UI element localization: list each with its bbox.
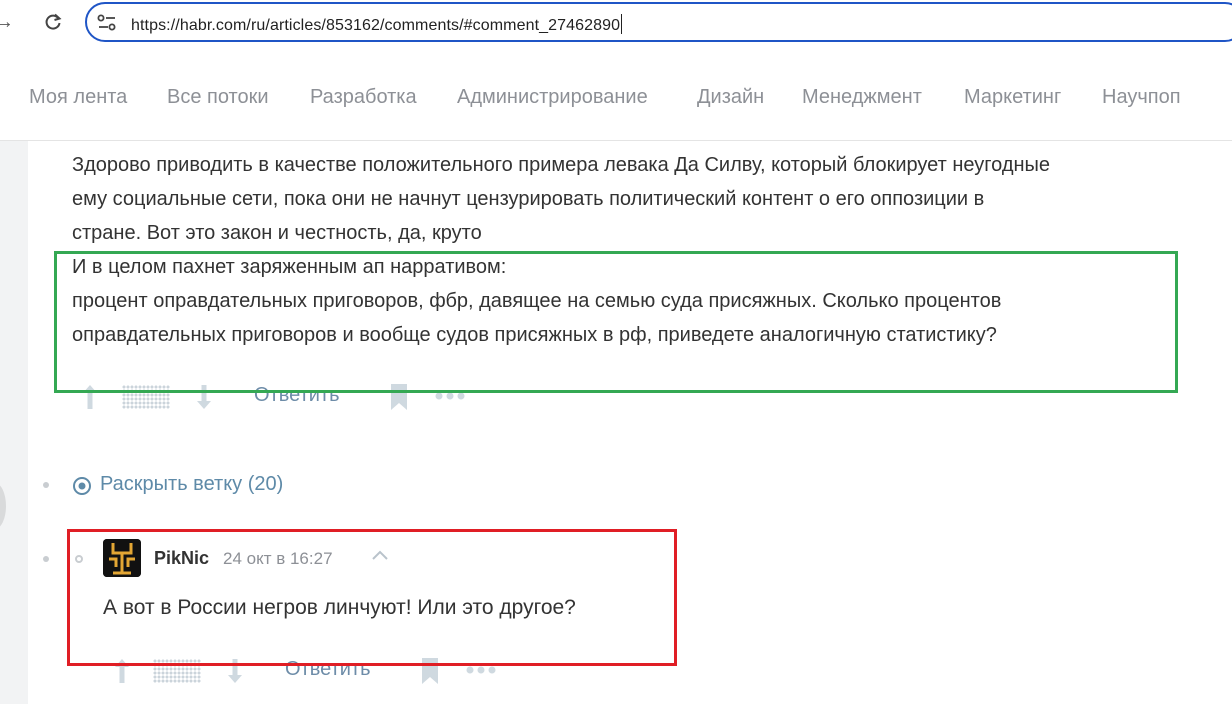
reload-icon[interactable]: [43, 12, 63, 36]
more-options-icon[interactable]: [466, 666, 496, 674]
url-text: https://habr.com/ru/articles/853162/comm…: [131, 14, 623, 35]
comments-section: Здорово приводить в качестве положительн…: [0, 141, 1232, 704]
highlight-box-green: [54, 251, 1178, 393]
site-settings-icon[interactable]: [97, 14, 117, 32]
thread-dot: [43, 482, 49, 488]
nav-item-my-feed[interactable]: Моя лента: [29, 86, 127, 109]
nav-item-marketing[interactable]: Маркетинг: [964, 86, 1061, 109]
expand-thread-icon: [73, 477, 91, 495]
browser-toolbar: → https://habr.com/ru/articles/853162/co…: [0, 0, 1232, 48]
highlight-box-red: [67, 529, 677, 666]
nav-item-administration[interactable]: Администрирование: [457, 86, 648, 109]
habr-top-nav: Моя лента Все потоки Разработка Админист…: [0, 48, 1232, 141]
expand-thread-label: Раскрыть ветку (20): [100, 473, 284, 495]
thread-gutter: [0, 141, 28, 704]
back-arrow-icon[interactable]: →: [0, 12, 14, 32]
address-bar[interactable]: https://habr.com/ru/articles/853162/comm…: [85, 2, 1232, 42]
nav-item-all-streams[interactable]: Все потоки: [167, 86, 269, 109]
thread-dot: [43, 556, 49, 562]
comment-text-line: ему социальные сети, пока они не начнут …: [72, 188, 985, 210]
nav-item-design[interactable]: Дизайн: [697, 86, 764, 109]
nav-item-development[interactable]: Разработка: [310, 86, 417, 109]
nav-item-management[interactable]: Менеджмент: [802, 86, 922, 109]
nav-item-popsci[interactable]: Научпоп: [1102, 86, 1181, 109]
comment-text-line: Здорово приводить в качестве положительн…: [72, 154, 1051, 176]
comment-text-line: стране. Вот это закон и честность, да, к…: [72, 222, 482, 244]
more-options-icon[interactable]: [435, 392, 465, 400]
